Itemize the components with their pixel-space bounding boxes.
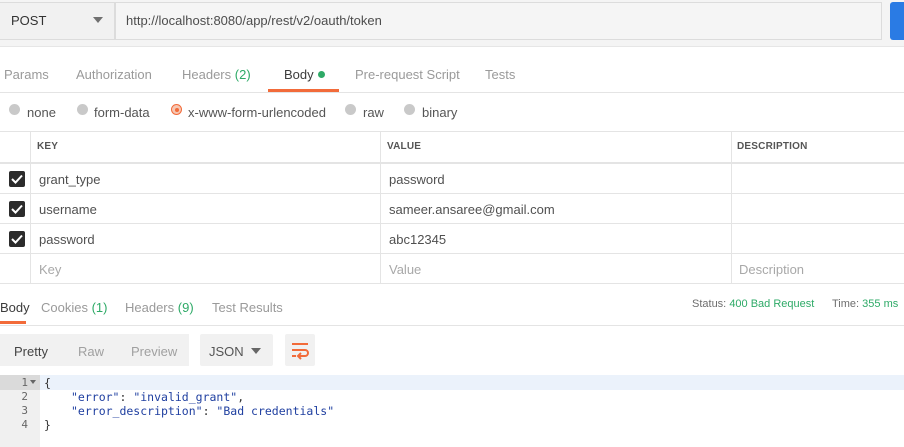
radio-raw[interactable] (345, 104, 356, 115)
new-key-input[interactable]: Key (39, 262, 61, 277)
json-string: "invalid_grant" (133, 390, 238, 404)
send-button[interactable] (890, 2, 904, 40)
time-value: 355 ms (862, 298, 899, 310)
new-value-input[interactable]: Value (389, 262, 421, 277)
line-number: 3 (21, 404, 28, 417)
fold-toggle-icon[interactable] (30, 380, 36, 384)
radio-form-data-label[interactable]: form-data (94, 105, 150, 120)
tab-prerequest-script[interactable]: Pre-request Script (355, 67, 460, 82)
table-top-border (0, 131, 904, 132)
tab-headers-count: (2) (234, 67, 251, 82)
tab-headers-label: Headers (182, 67, 232, 82)
param-key[interactable]: password (39, 232, 95, 247)
wrap-lines-button[interactable] (285, 334, 315, 366)
code-close-brace: } (44, 418, 51, 432)
row-checkbox[interactable] (9, 231, 25, 247)
tab-body-label: Body (284, 67, 314, 82)
tab-body[interactable]: Body (284, 67, 325, 82)
body-indicator-dot (317, 71, 325, 78)
response-tab-body[interactable]: Body (0, 300, 30, 315)
tab-params[interactable]: Params (4, 67, 49, 82)
radio-binary[interactable] (404, 104, 415, 115)
param-key[interactable]: username (39, 202, 97, 217)
table-col-divider (731, 131, 732, 284)
row-checkbox[interactable] (9, 201, 25, 217)
table-col-divider (30, 131, 31, 284)
radio-form-data[interactable] (77, 104, 88, 115)
radio-none-label[interactable]: none (27, 105, 56, 120)
json-string: "Bad credentials" (216, 404, 335, 418)
new-description-input[interactable]: Description (739, 262, 804, 277)
tab-headers[interactable]: Headers (2) (182, 67, 251, 82)
format-label: JSON (209, 344, 244, 359)
line-number: 2 (21, 390, 28, 403)
view-raw-button[interactable]: Raw (78, 344, 104, 359)
view-pretty-button[interactable]: Pretty (14, 344, 48, 359)
chevron-down-icon (93, 17, 103, 23)
column-header-key: KEY (37, 141, 59, 152)
response-separator (0, 325, 904, 326)
table-row-border (0, 223, 904, 224)
active-line-highlight (0, 375, 904, 390)
status-label: Status: (692, 298, 727, 310)
response-tab-cookies[interactable]: Cookies (1) (41, 300, 107, 315)
table-header-border (0, 162, 904, 164)
response-tab-headers-label: Headers (125, 300, 175, 315)
param-value[interactable]: abc12345 (389, 232, 446, 247)
time-label: Time: (832, 298, 860, 310)
radio-raw-label[interactable]: raw (363, 105, 384, 120)
code-line-error-description: "error_description": "Bad credentials" (71, 404, 335, 418)
param-key[interactable]: grant_type (39, 172, 100, 187)
radio-binary-label[interactable]: binary (422, 105, 457, 120)
table-col-divider (380, 131, 381, 284)
status-value: 400 Bad Request (729, 298, 815, 310)
response-tab-test-results[interactable]: Test Results (212, 300, 283, 315)
radio-urlencoded[interactable] (171, 104, 182, 115)
response-tab-cookies-count: (1) (91, 300, 108, 315)
table-row-border (0, 253, 904, 254)
column-header-description: DESCRIPTION (737, 141, 808, 152)
radio-urlencoded-label[interactable]: x-www-form-urlencoded (188, 105, 326, 120)
active-tab-underline (268, 89, 339, 92)
table-row-border (0, 193, 904, 194)
code-line-error: "error": "invalid_grant", (71, 390, 245, 404)
json-key: "error" (71, 390, 120, 404)
row-checkbox[interactable] (9, 171, 25, 187)
line-number: 1 (21, 376, 28, 389)
url-text: http://localhost:8080/app/rest/v2/oauth/… (126, 13, 382, 28)
column-header-value: VALUE (387, 141, 422, 152)
param-value[interactable]: sameer.ansaree@gmail.com (389, 202, 555, 217)
json-key: "error_description" (71, 404, 203, 418)
wrap-lines-icon (292, 343, 309, 360)
radio-none[interactable] (9, 104, 20, 115)
response-time: Time: 355 ms (832, 298, 898, 310)
response-tab-headers-count: (9) (177, 300, 194, 315)
param-value[interactable]: password (389, 172, 445, 187)
table-bottom-border (0, 283, 904, 284)
chevron-down-icon (251, 348, 261, 354)
response-tab-cookies-label: Cookies (41, 300, 88, 315)
active-response-tab-underline (0, 321, 26, 324)
response-status: Status: 400 Bad Request (692, 298, 814, 310)
response-tab-headers[interactable]: Headers (9) (125, 300, 194, 315)
tab-tests[interactable]: Tests (485, 67, 515, 82)
view-preview-button[interactable]: Preview (131, 344, 177, 359)
line-number: 4 (21, 418, 28, 431)
code-open-brace: { (44, 376, 51, 390)
tab-authorization[interactable]: Authorization (76, 67, 152, 82)
method-label: POST (11, 13, 47, 28)
